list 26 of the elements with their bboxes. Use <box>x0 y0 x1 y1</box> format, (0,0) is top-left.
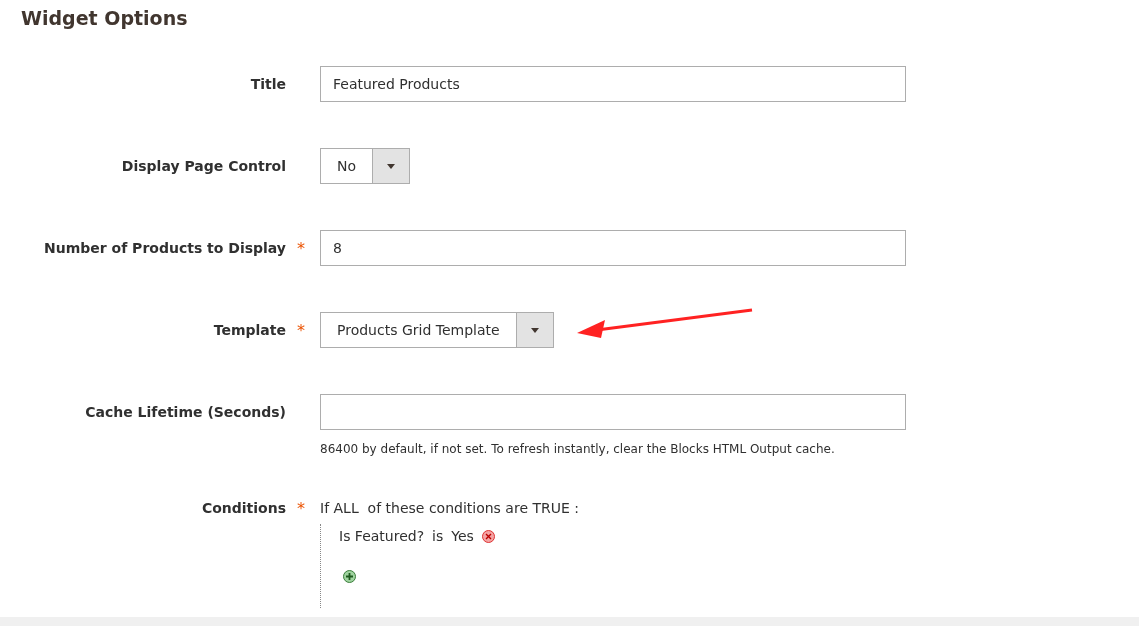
operator-link[interactable]: is <box>432 528 444 544</box>
field-label: Conditions <box>201 500 286 516</box>
aggregator-link[interactable]: ALL <box>333 500 359 516</box>
field-label: Display Page Control <box>121 158 286 174</box>
value-link[interactable]: TRUE <box>532 500 570 516</box>
select-dropdown[interactable]: No <box>320 148 411 184</box>
add-icon[interactable] <box>343 570 356 583</box>
condition-attribute: Is Featured? <box>339 528 425 544</box>
caret-icon <box>530 327 539 333</box>
field-label: Template <box>213 322 286 338</box>
field-label: Number of Products to Display <box>43 240 286 256</box>
required-asterisk: * <box>296 320 306 340</box>
caret-icon <box>387 163 396 169</box>
field-label: Cache Lifetime (Seconds) <box>85 404 286 420</box>
required-asterisk: * <box>296 238 306 258</box>
required-asterisk: * <box>296 498 306 518</box>
text-input[interactable] <box>320 394 906 430</box>
conditions-sentence: If ALL of these conditions are TRUE : <box>320 499 579 518</box>
select-dropdown[interactable]: Products Grid Template <box>320 312 554 348</box>
field-note: 86400 by default, if not set. To refresh instantly, clear the Blocks HTML Output cache. <box>320 442 836 456</box>
section-title: Widget Options <box>20 6 189 31</box>
remove-icon[interactable] <box>481 529 495 543</box>
value-link[interactable]: Yes <box>451 528 474 544</box>
field-label: Title <box>250 76 286 92</box>
text-input[interactable]: 8 <box>320 230 906 266</box>
text-input[interactable]: Featured Products <box>320 66 906 102</box>
